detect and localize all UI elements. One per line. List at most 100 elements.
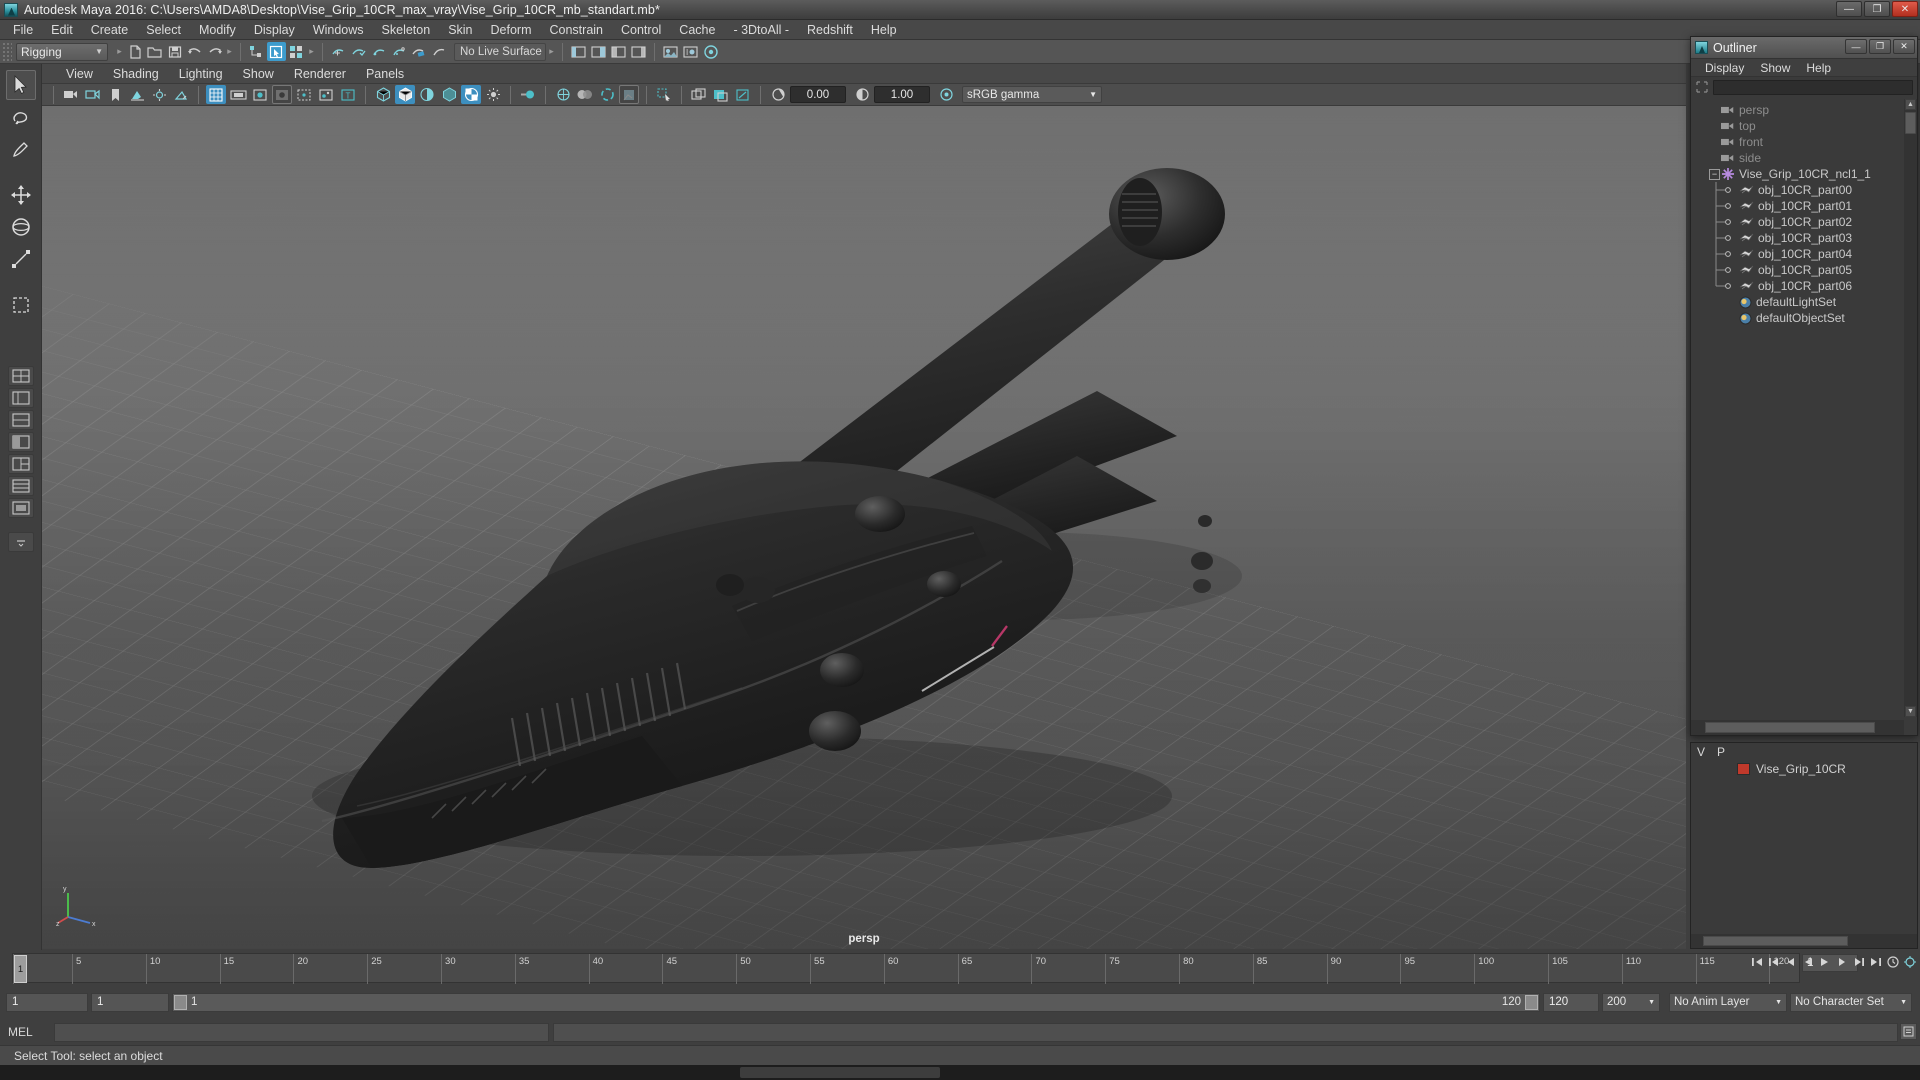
maximize-button[interactable]: ❐ [1864, 1, 1890, 17]
command-language-label[interactable]: MEL [8, 1025, 50, 1039]
persp-outliner-layout[interactable] [8, 410, 34, 430]
outliner-item-obj_10cr_part03[interactable]: obj_10CR_part03 [1691, 230, 1904, 246]
xray-joints-icon[interactable] [316, 85, 336, 104]
menu-constrain[interactable]: Constrain [541, 20, 613, 40]
go-to-start-icon[interactable] [1749, 953, 1765, 971]
resolution-gate-icon[interactable] [250, 85, 270, 104]
play-backwards-icon[interactable] [1800, 953, 1816, 971]
menu-display[interactable]: Display [245, 20, 304, 40]
search-filter-icon[interactable] [1695, 80, 1709, 94]
film-origin-icon[interactable] [294, 85, 314, 104]
time-tick[interactable]: 65 [958, 954, 959, 984]
gate-mask-icon[interactable] [272, 85, 292, 104]
auto-key-icon[interactable] [1885, 953, 1901, 971]
step-back-keyframe-icon[interactable] [1766, 953, 1782, 971]
undo-icon[interactable] [185, 42, 204, 61]
outliner-menu-display[interactable]: Display [1697, 59, 1752, 77]
time-tick[interactable]: 45 [662, 954, 663, 984]
close-button[interactable]: ✕ [1892, 1, 1918, 17]
outliner-item-defaultobjectset[interactable]: defaultObjectSet [1691, 310, 1904, 326]
viewport-ipr-icon[interactable] [733, 85, 753, 104]
outliner-item-front[interactable]: front [1691, 134, 1904, 150]
viewport-snapshot-icon[interactable] [711, 85, 731, 104]
outliner-item-persp[interactable]: persp [1691, 102, 1904, 118]
redo-icon[interactable] [205, 42, 224, 61]
textured-icon[interactable] [553, 85, 573, 104]
time-tick[interactable]: 115 [1696, 954, 1697, 984]
move-tool[interactable] [6, 180, 36, 210]
tree-expander-icon[interactable]: − [1709, 169, 1720, 180]
panel-menu-show[interactable]: Show [233, 64, 284, 84]
texture-placement-icon[interactable]: T [338, 85, 358, 104]
current-time-indicator[interactable]: 1 [14, 955, 27, 983]
scroll-up-arrow-icon[interactable]: ▲ [1905, 99, 1916, 110]
snap-view-plane-icon[interactable] [409, 42, 428, 61]
snap-curve-icon[interactable] [349, 42, 368, 61]
range-bar[interactable]: 1 120 [172, 993, 1540, 1012]
minimize-button[interactable]: — [1836, 1, 1862, 17]
time-slider-ruler[interactable]: 1510152025303540455055606570758085909510… [12, 953, 1800, 983]
save-scene-icon[interactable] [165, 42, 184, 61]
time-tick[interactable]: 50 [736, 954, 737, 984]
panel-menu-lighting[interactable]: Lighting [169, 64, 233, 84]
vise-grip-3d-model[interactable] [42, 106, 1686, 949]
camera-attributes-icon[interactable] [83, 85, 103, 104]
outliner-horizontal-scrollbar[interactable] [1691, 720, 1904, 735]
section-divider-3[interactable]: ▸ [307, 43, 316, 61]
menu-skin[interactable]: Skin [439, 20, 481, 40]
select-camera-icon[interactable] [61, 85, 81, 104]
outliner-menu-help[interactable]: Help [1798, 59, 1839, 77]
open-scene-icon[interactable] [145, 42, 164, 61]
last-tool-used[interactable] [6, 290, 36, 320]
command-input[interactable] [54, 1023, 549, 1042]
menu-select[interactable]: Select [137, 20, 190, 40]
step-forward-keyframe-icon[interactable] [1851, 953, 1867, 971]
film-gate-icon[interactable] [228, 85, 248, 104]
time-tick[interactable]: 90 [1327, 954, 1328, 984]
channel-box-icon[interactable] [629, 42, 648, 61]
menu-cache[interactable]: Cache [670, 20, 724, 40]
render-settings-icon[interactable] [701, 42, 720, 61]
smooth-shade-icon[interactable] [395, 85, 415, 104]
use-all-lights-icon[interactable] [439, 85, 459, 104]
outliner-item-obj_10cr_part01[interactable]: obj_10CR_part01 [1691, 198, 1904, 214]
two-sided-lighting-icon[interactable] [149, 85, 169, 104]
outliner-search-input[interactable] [1713, 80, 1913, 95]
ipr-render-icon[interactable]: I [681, 42, 700, 61]
time-tick[interactable]: 85 [1253, 954, 1254, 984]
outliner-hscroll-thumb[interactable] [1705, 722, 1875, 733]
gamma-icon[interactable] [852, 85, 872, 104]
two-pane-stacked-layout[interactable] [8, 454, 34, 474]
time-tick[interactable]: 10 [146, 954, 147, 984]
section-divider-2[interactable]: ▸ [225, 43, 234, 61]
outliner-scroll-thumb[interactable] [1905, 112, 1916, 134]
animation-preferences-icon[interactable] [1902, 953, 1918, 971]
two-pane-side-layout[interactable] [8, 476, 34, 496]
exposure-field[interactable]: 0.00 [790, 86, 846, 103]
xray-icon[interactable] [619, 85, 639, 104]
playback-start-field[interactable]: 1 [91, 993, 169, 1012]
start-time-field[interactable]: 1 [6, 993, 88, 1012]
tool-settings-icon[interactable] [609, 42, 628, 61]
time-tick[interactable]: 75 [1105, 954, 1106, 984]
perspective-viewport[interactable]: y x z persp [42, 106, 1686, 949]
time-tick[interactable]: 95 [1400, 954, 1401, 984]
more-layouts-button[interactable] [8, 532, 34, 552]
menuset-selector[interactable]: Rigging ▼ [16, 43, 108, 61]
outliner-close-button[interactable]: ✕ [1893, 39, 1915, 54]
outliner-item-vise_grip_10cr_ncl1_1[interactable]: −Vise_Grip_10CR_ncl1_1 [1691, 166, 1904, 182]
outliner-item-obj_10cr_part04[interactable]: obj_10CR_part04 [1691, 246, 1904, 262]
shadows-icon[interactable] [171, 85, 191, 104]
outliner-item-obj_10cr_part05[interactable]: obj_10CR_part05 [1691, 262, 1904, 278]
range-right-handle[interactable] [1525, 995, 1538, 1010]
image-plane-icon[interactable] [127, 85, 147, 104]
gamma-field[interactable]: 1.00 [874, 86, 930, 103]
scroll-down-arrow-icon[interactable]: ▼ [1905, 706, 1916, 717]
new-scene-icon[interactable] [125, 42, 144, 61]
hypershade-layout[interactable] [8, 498, 34, 518]
viewport-render-icon[interactable] [689, 85, 709, 104]
menu-file[interactable]: File [4, 20, 42, 40]
four-view-layout[interactable] [8, 388, 34, 408]
outliner-item-obj_10cr_part06[interactable]: obj_10CR_part06 [1691, 278, 1904, 294]
shaded-wireframe-icon[interactable] [417, 85, 437, 104]
